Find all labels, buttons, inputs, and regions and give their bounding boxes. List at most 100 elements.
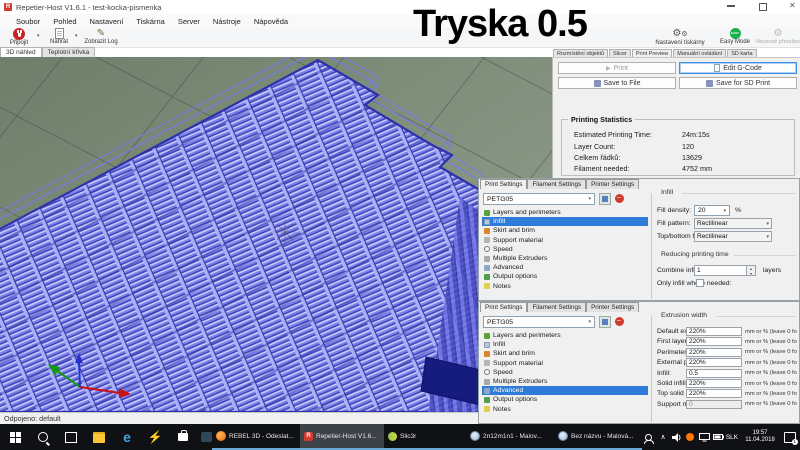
battery-icon[interactable]	[711, 424, 725, 450]
menu-soubor[interactable]: Soubor	[16, 17, 40, 26]
gcode-3d-view[interactable]	[0, 57, 552, 412]
menu-nastroje[interactable]: Nástroje	[213, 17, 241, 26]
menu-pohled[interactable]: Pohled	[53, 17, 76, 26]
nav-output-options[interactable]: Output options	[482, 272, 648, 281]
extrusion-row-input[interactable]: 220%	[686, 348, 742, 357]
nav-output-options[interactable]: Output options	[482, 395, 648, 404]
only-infill-checkbox[interactable]	[696, 279, 704, 287]
people-icon[interactable]	[641, 424, 655, 450]
menu-server[interactable]: Server	[178, 17, 200, 26]
nav-advanced[interactable]: Advanced	[482, 386, 648, 395]
preset-select[interactable]: PETG05 ▾	[483, 193, 595, 205]
load-button[interactable]: Nahrát	[44, 28, 74, 45]
top-bottom-pattern-select[interactable]: Rectilinear ▾	[694, 231, 772, 242]
display-icon[interactable]	[697, 424, 711, 450]
tab-printer-settings[interactable]: Printer Settings	[586, 302, 639, 312]
tab-3d-view[interactable]: 3D náhled	[0, 47, 42, 57]
connect-dropdown-icon[interactable]: ▾	[37, 33, 40, 39]
extrusion-row-input[interactable]: 220%	[686, 358, 742, 367]
taskbar-button-slic3r[interactable]: Slic3r	[384, 424, 466, 450]
extrusion-row-input[interactable]: 220%	[686, 337, 742, 346]
fill-density-select[interactable]: 20 ▾	[694, 205, 730, 216]
repetier-host-window: R Repetier-Host V1.6.1 - test-kocka-pism…	[0, 0, 800, 450]
close-button[interactable]: ✕	[789, 2, 796, 10]
tab-print-settings[interactable]: Print Settings	[480, 179, 527, 189]
extrusion-row-input[interactable]: 220%	[686, 327, 742, 336]
nav-speed[interactable]: Speed	[482, 245, 648, 254]
save-preset-button[interactable]	[599, 193, 611, 205]
menu-napoveda[interactable]: Nápověda	[254, 17, 288, 26]
tab-filament-settings[interactable]: Filament Settings	[527, 302, 586, 312]
nav-infill[interactable]: Infill	[482, 340, 648, 349]
start-button[interactable]	[2, 424, 28, 450]
save-to-file-button[interactable]: Save to File	[558, 77, 676, 89]
preset-value: PETG05	[487, 319, 513, 326]
nav-multiple-extruders[interactable]: Multiple Extruders	[482, 377, 648, 386]
nav-notes[interactable]: Notes	[482, 282, 648, 291]
easy-mode-button[interactable]: EASY Easy Mode	[714, 28, 756, 45]
preset-select[interactable]: PETG05 ▾	[483, 316, 595, 328]
file-explorer-button[interactable]	[86, 424, 112, 450]
tab-print-settings[interactable]: Print Settings	[480, 302, 527, 312]
stat-value: 120	[682, 142, 694, 151]
save-preset-button[interactable]	[599, 316, 611, 328]
emergency-stop-button[interactable]: ⚙ Nouzové přerušení	[756, 28, 800, 45]
nav-multiple-extruders[interactable]: Multiple Extruders	[482, 254, 648, 263]
minus-icon: –	[615, 317, 624, 326]
nav-support-material[interactable]: Support material	[482, 359, 648, 368]
maximize-button[interactable]	[759, 3, 767, 11]
nav-skirt-brim[interactable]: Skirt and brim	[482, 226, 648, 235]
clock[interactable]: 19:57 11.04.2018	[742, 424, 778, 450]
taskbar-button-paint2[interactable]: Bez názvu - Malová...	[554, 424, 642, 450]
nav-notes[interactable]: Notes	[482, 405, 648, 414]
hidden-icons-chevron[interactable]: ∧	[657, 424, 669, 450]
layers-unit: layers	[763, 267, 781, 274]
minimize-button[interactable]	[727, 5, 735, 7]
menu-tiskarna[interactable]: Tiskárna	[136, 17, 164, 26]
nav-layers-perimeters[interactable]: Layers and perimeters	[482, 208, 648, 217]
layers-icon	[484, 210, 490, 216]
edit-gcode-button[interactable]: Edit G-Code	[679, 62, 797, 74]
group-line	[734, 255, 796, 256]
nav-speed[interactable]: Speed	[482, 368, 648, 377]
tab-temperature-curve[interactable]: Teplotní křivka	[42, 47, 96, 57]
fill-pattern-select[interactable]: Rectilinear ▾	[694, 218, 772, 229]
extrusion-row-input[interactable]: 220%	[686, 389, 742, 398]
extrusion-row-label: Infill:	[657, 370, 671, 377]
load-dropdown-icon[interactable]: ▾	[75, 33, 78, 39]
nav-advanced[interactable]: Advanced	[482, 263, 648, 272]
connection-status: Odpojeno: default	[4, 414, 61, 423]
stat-label: Estimated Printing Time:	[574, 130, 652, 139]
edge-button[interactable]: e	[114, 424, 140, 450]
action-center-button[interactable]: 1	[781, 424, 798, 450]
save-for-sd-button[interactable]: Save for SD Print	[679, 77, 797, 89]
search-button[interactable]	[30, 424, 56, 450]
taskbar-button-repetier[interactable]: R Repetier-Host V1.6...	[300, 424, 384, 450]
avast-icon[interactable]	[684, 424, 696, 450]
language-indicator[interactable]: SLK	[724, 424, 740, 450]
print-button[interactable]: ▶ Print	[558, 62, 676, 74]
wrench-icon	[484, 265, 490, 271]
connect-button[interactable]: Připojit	[2, 28, 36, 46]
tab-filament-settings[interactable]: Filament Settings	[527, 179, 586, 189]
nav-skirt-brim[interactable]: Skirt and brim	[482, 349, 648, 358]
show-log-button[interactable]: ✎ Zobrazit Log	[80, 28, 122, 45]
nav-support-material[interactable]: Support material	[482, 236, 648, 245]
printer-settings-button[interactable]: ⚙⚙ Nastavení tiskárny	[648, 28, 712, 46]
clock-icon	[484, 369, 490, 375]
irfanview-button[interactable]: ⚡	[142, 424, 168, 450]
tab-printer-settings[interactable]: Printer Settings	[586, 179, 639, 189]
menu-nastaveni[interactable]: Nastavení	[90, 17, 124, 26]
extrusion-row-input[interactable]: 220%	[686, 379, 742, 388]
volume-icon[interactable]	[670, 424, 683, 450]
nav-layers-perimeters[interactable]: Layers and perimeters	[482, 331, 648, 340]
taskbar-button-paint1[interactable]: 2n12m1n1 - Malov...	[466, 424, 554, 450]
nav-infill[interactable]: Infill	[482, 217, 648, 226]
combine-infill-input[interactable]: 1 ▴▾	[694, 265, 756, 276]
taskbar-button-firefox[interactable]: REBEL 3D - Odeslat...	[212, 424, 300, 450]
extrusion-row-input[interactable]: 0.5	[686, 369, 742, 378]
delete-preset-button[interactable]: –	[613, 193, 625, 205]
delete-preset-button[interactable]: –	[613, 316, 625, 328]
spinner-icon[interactable]: ▴▾	[746, 266, 755, 275]
task-view-button[interactable]	[58, 424, 84, 450]
